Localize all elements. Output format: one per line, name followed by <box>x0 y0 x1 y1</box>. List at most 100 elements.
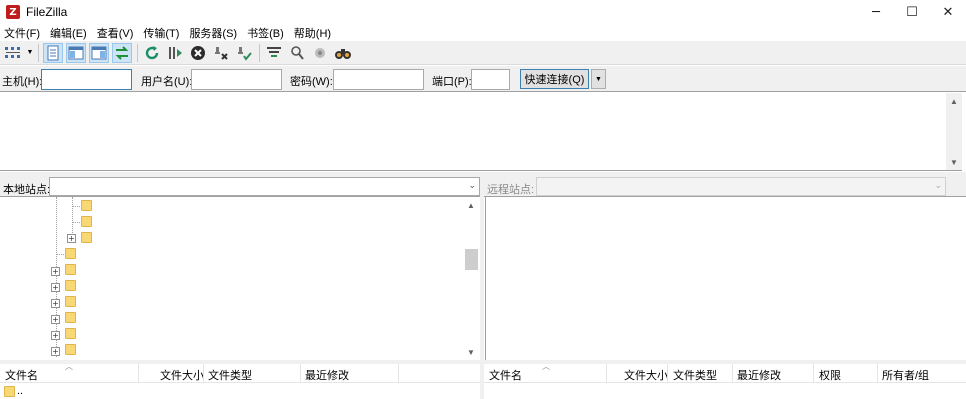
toggle-local-tree-button[interactable] <box>66 42 86 63</box>
quickconnect-bar: 主机(H): 用户名(U): 密码(W): 端口(P): 快速连接(Q) ▼ <box>0 66 966 92</box>
expand-plus-icon[interactable]: + <box>51 267 60 276</box>
cancel-button[interactable] <box>188 43 208 63</box>
local-file-list[interactable]: ︿ 文件名 文件大小 文件类型 最近修改 .. <box>0 362 480 399</box>
host-label: 主机(H): <box>2 76 43 88</box>
menu-edit[interactable]: 编辑(E) <box>46 25 93 41</box>
site-manager-dropdown[interactable]: ▼ <box>26 43 34 63</box>
column-separator[interactable] <box>300 364 301 383</box>
message-log-scrollbar[interactable]: ▲ ▼ <box>946 93 962 170</box>
folder-icon[interactable] <box>65 280 76 291</box>
local-tree-scrollbar[interactable]: ▲ ▼ <box>463 197 480 360</box>
column-modified[interactable]: 最近修改 <box>737 367 781 383</box>
column-separator[interactable] <box>813 364 814 383</box>
folder-icon[interactable] <box>65 264 76 275</box>
menu-file[interactable]: 文件(F) <box>0 25 46 41</box>
expand-plus-icon[interactable]: + <box>51 347 60 356</box>
folder-icon[interactable] <box>81 232 92 243</box>
remote-directory-tree[interactable] <box>485 197 966 360</box>
host-input[interactable] <box>41 69 132 90</box>
column-separator[interactable] <box>203 364 204 383</box>
expand-plus-icon[interactable]: + <box>51 283 60 292</box>
port-label: 端口(P): <box>432 76 472 88</box>
scroll-down-icon[interactable]: ▼ <box>946 154 962 170</box>
sort-ascending-icon: ︿ <box>542 362 550 371</box>
tree-connector <box>56 254 64 255</box>
process-queue-icon <box>169 46 182 59</box>
remote-file-list[interactable]: ︿ 文件名 文件大小 文件类型 最近修改 权限 所有者/组 <box>484 362 966 399</box>
column-filetype[interactable]: 文件类型 <box>208 367 252 383</box>
column-filename[interactable]: 文件名 <box>5 367 38 383</box>
expand-plus-icon[interactable]: + <box>51 315 60 324</box>
search-remote-button[interactable] <box>287 43 307 63</box>
process-queue-button[interactable] <box>165 43 185 63</box>
disconnect-button[interactable] <box>211 43 231 63</box>
expand-plus-icon[interactable]: + <box>51 299 60 308</box>
column-modified[interactable]: 最近修改 <box>305 367 349 383</box>
site-manager-button[interactable] <box>3 43 23 63</box>
refresh-button[interactable] <box>142 43 162 63</box>
column-separator[interactable] <box>877 364 878 383</box>
directory-filter-button[interactable] <box>264 43 284 63</box>
column-separator[interactable] <box>667 364 668 383</box>
remote-list-header: ︿ 文件名 文件大小 文件类型 最近修改 权限 所有者/组 <box>484 362 966 383</box>
menu-view[interactable]: 查看(V) <box>93 25 140 41</box>
quickconnect-history-dropdown[interactable]: ▼ <box>591 69 606 89</box>
search-remote-icon <box>291 45 304 60</box>
scroll-down-icon[interactable]: ▼ <box>463 344 479 360</box>
toolbar-separator <box>38 43 39 62</box>
username-input[interactable] <box>191 69 282 90</box>
folder-icon[interactable] <box>65 296 76 307</box>
scroll-up-icon[interactable]: ▲ <box>946 93 962 109</box>
message-log[interactable]: ▲ ▼ <box>0 93 962 171</box>
find-files-button[interactable] <box>333 43 353 63</box>
folder-icon[interactable] <box>81 200 92 211</box>
expand-plus-icon[interactable]: + <box>67 234 76 243</box>
column-owner-group[interactable]: 所有者/组 <box>882 367 929 383</box>
folder-icon[interactable] <box>65 344 76 355</box>
reconnect-button[interactable] <box>234 43 254 63</box>
local-path-combobox[interactable]: ⌄ <box>49 177 480 196</box>
folder-icon[interactable] <box>65 312 76 323</box>
remote-path-combobox: ⌄ <box>536 177 946 196</box>
column-filesize[interactable]: 文件大小 <box>624 367 668 383</box>
scroll-up-icon[interactable]: ▲ <box>463 197 479 213</box>
local-directory-tree[interactable]: + + + + + + + ▲ ▼ <box>0 197 480 360</box>
scroll-thumb[interactable] <box>465 249 478 270</box>
close-button[interactable]: ✕ <box>930 0 966 24</box>
expand-plus-icon[interactable]: + <box>51 331 60 340</box>
remote-site-label: 远程站点: <box>487 184 535 196</box>
quickconnect-button[interactable]: 快速连接(Q) <box>520 69 589 89</box>
minimize-button[interactable]: ─ <box>858 0 894 24</box>
local-site-label: 本地站点: <box>3 184 51 196</box>
menu-help[interactable]: 帮助(H) <box>290 25 337 41</box>
password-input[interactable] <box>333 69 424 90</box>
column-filesize[interactable]: 文件大小 <box>160 367 204 383</box>
folder-icon[interactable] <box>81 216 92 227</box>
column-filetype[interactable]: 文件类型 <box>673 367 717 383</box>
maximize-button[interactable]: ☐ <box>894 0 930 24</box>
compare-dirs-button[interactable] <box>310 43 330 63</box>
column-separator[interactable] <box>732 364 733 383</box>
toggle-transfer-queue-button[interactable] <box>112 42 132 63</box>
compare-dirs-icon <box>315 47 325 58</box>
column-separator[interactable] <box>138 364 139 383</box>
port-input[interactable] <box>471 69 510 90</box>
column-permissions[interactable]: 权限 <box>819 367 841 383</box>
menu-server[interactable]: 服务器(S) <box>185 25 243 41</box>
column-separator[interactable] <box>606 364 607 383</box>
local-list-header: ︿ 文件名 文件大小 文件类型 最近修改 <box>0 362 480 383</box>
folder-icon <box>4 385 15 397</box>
table-row[interactable]: .. <box>4 385 23 397</box>
column-filename[interactable]: 文件名 <box>489 367 522 383</box>
chevron-down-icon[interactable]: ⌄ <box>468 180 476 191</box>
menu-bookmarks[interactable]: 书签(B) <box>243 25 290 41</box>
title-bar: Z FileZilla ─ ☐ ✕ <box>0 0 966 24</box>
toggle-remote-tree-button[interactable] <box>89 42 109 63</box>
toolbar-separator <box>259 43 260 62</box>
column-separator[interactable] <box>398 364 399 383</box>
folder-icon[interactable] <box>65 328 76 339</box>
toggle-message-log-button[interactable] <box>43 42 63 63</box>
folder-icon[interactable] <box>65 248 76 259</box>
menu-transfer[interactable]: 传输(T) <box>139 25 185 41</box>
refresh-icon <box>145 45 159 59</box>
